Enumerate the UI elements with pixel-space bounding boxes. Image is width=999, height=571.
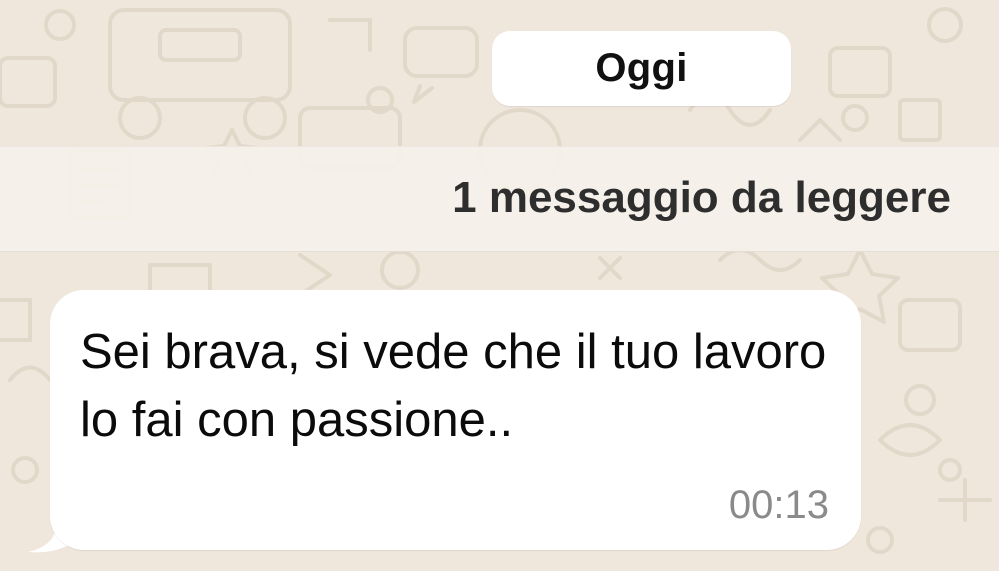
date-separator: Oggi xyxy=(492,31,791,106)
message-text: Sei brava, si vede che il tuo lavoro lo … xyxy=(80,325,827,447)
truck-doodle xyxy=(108,8,292,102)
unread-messages-banner: 1 messaggio da leggere xyxy=(0,146,999,252)
date-separator-label: Oggi xyxy=(595,46,688,90)
message-timestamp: 00:13 xyxy=(728,483,829,527)
incoming-message-bubble[interactable]: Sei brava, si vede che il tuo lavoro lo … xyxy=(50,290,861,550)
unread-messages-label: 1 messaggio da leggere xyxy=(452,173,951,222)
